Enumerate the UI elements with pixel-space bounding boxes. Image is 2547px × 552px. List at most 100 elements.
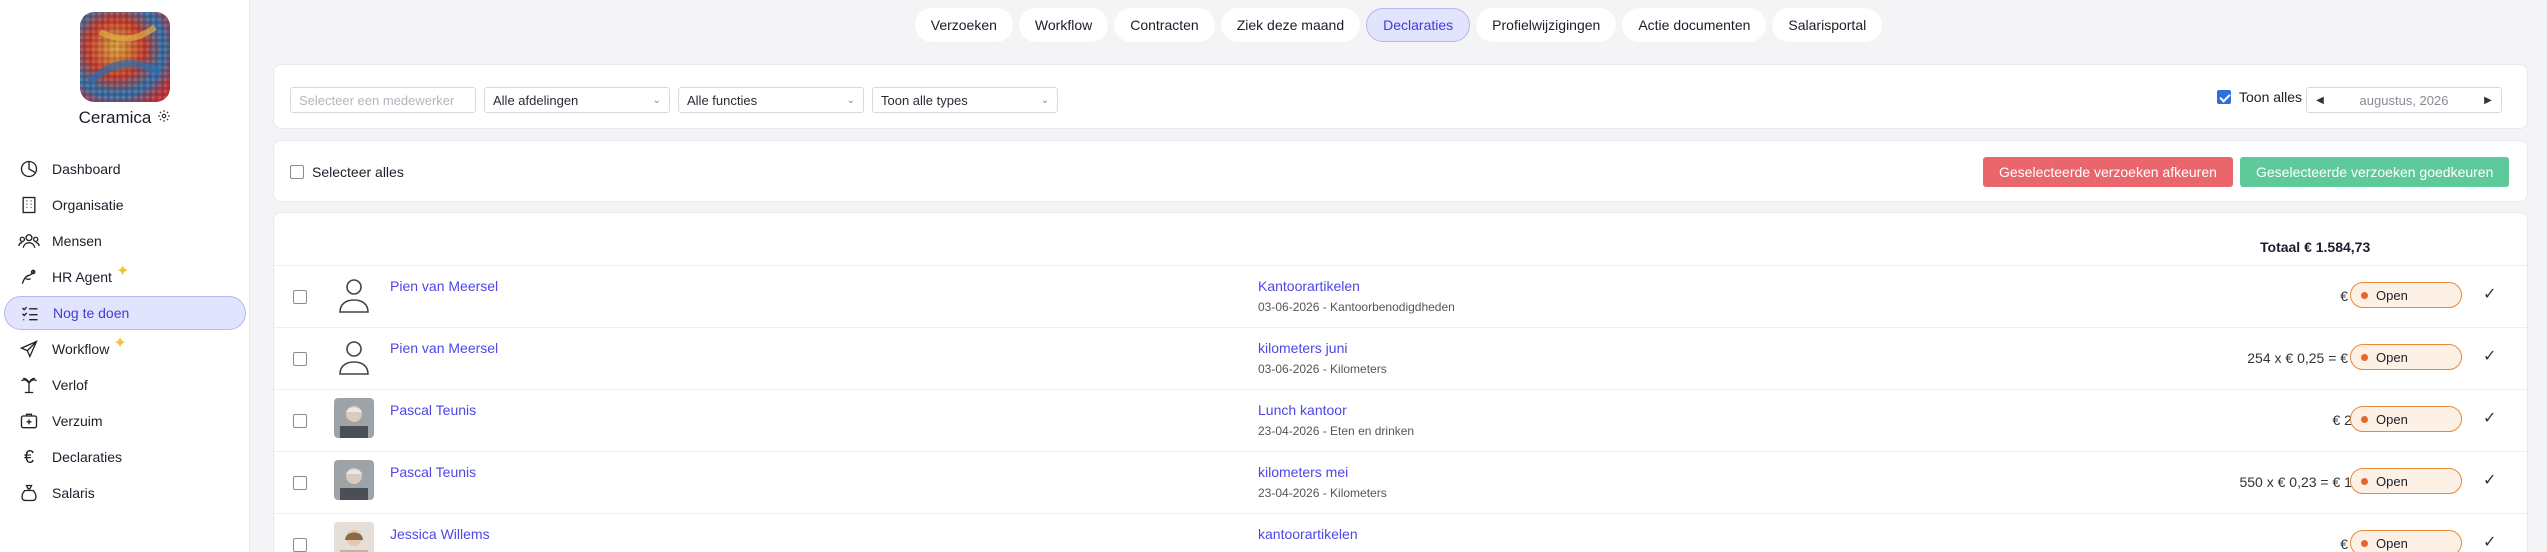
approve-selected-button[interactable]: Geselecteerde verzoeken goedkeuren [2240,157,2510,187]
employee-name[interactable]: Pascal Teunis [390,402,476,418]
filter-bar: Selecteer een medewerker Alle afdelingen… [273,64,2528,129]
table-row: Pascal Teunis kilometers mei 23-04-2026 … [274,451,2527,513]
sparkle-icon: ✦ [113,335,127,352]
row-checkbox[interactable] [293,290,307,304]
show-all-checkbox[interactable] [2217,90,2231,104]
approve-check-icon[interactable]: ✓ [2483,346,2496,366]
employee-name[interactable]: Pien van Meersel [390,340,498,356]
type-select[interactable]: Toon alle types ⌄ [872,87,1058,113]
sidebar-item-hr-agent[interactable]: HR Agent ✦ [4,260,246,294]
tab-salarisportal[interactable]: Salarisportal [1772,8,1883,42]
declaration-title[interactable]: Kantoorartikelen [1258,278,1360,294]
status-badge[interactable]: Open [2350,406,2462,432]
tab-verzoeken[interactable]: Verzoeken [914,8,1013,42]
sidebar-item-mensen[interactable]: Mensen [4,224,246,258]
bulk-action-bar: Selecteer alles Geselecteerde verzoeken … [273,140,2528,202]
table-row: Pien van Meersel kilometers juni 03-06-2… [274,327,2527,389]
sidebar-item-workflow[interactable]: Workflow ✦ [4,332,246,366]
sidebar-item-organisatie[interactable]: Organisatie [4,188,246,222]
employee-name[interactable]: Jessica Willems [390,526,490,542]
declaration-title[interactable]: kantoorartikelen [1258,526,1358,542]
table-row: Jessica Willems kantoorartikelen € 45,00… [274,513,2527,552]
avatar [334,460,374,500]
sidebar-item-label: HR Agent [52,269,112,285]
status-dot [2361,477,2368,485]
sidebar-item-nog-te-doen[interactable]: Nog te doen [4,296,246,330]
status-badge[interactable]: Open [2350,344,2462,370]
next-month-button[interactable]: ▶ [2475,88,2501,112]
sidebar-item-declaraties[interactable]: € Declaraties [4,440,246,474]
employee-name[interactable]: Pien van Meersel [390,278,498,294]
row-checkbox[interactable] [293,414,307,428]
show-all-toggle[interactable]: Toon alles [2217,89,2302,105]
tab-profielwijzigingen[interactable]: Profielwijzigingen [1476,8,1617,42]
status-dot [2361,415,2368,423]
status-dot [2361,353,2368,361]
month-navigator: ◀ augustus, 2026 ▶ [2306,87,2502,113]
tab-actie-documenten[interactable]: Actie documenten [1622,8,1767,42]
status-badge[interactable]: Open [2350,468,2462,494]
show-all-label: Toon alles [2239,89,2303,105]
avatar-placeholder-icon [334,336,374,376]
declaration-meta: 23-04-2026 - Kilometers [1258,486,1387,500]
gear-icon[interactable] [157,108,171,128]
function-select[interactable]: Alle functies ⌄ [678,87,864,113]
declaration-title[interactable]: Lunch kantoor [1258,402,1347,418]
status-label: Open [2376,287,2408,303]
tab-workflow[interactable]: Workflow [1018,8,1109,42]
month-label: augustus, 2026 [2359,92,2449,108]
avatar-placeholder-icon [334,274,374,314]
status-dot [2361,539,2368,547]
company-name: Ceramica [78,108,152,127]
reject-selected-button[interactable]: Geselecteerde verzoeken afkeuren [1983,157,2233,187]
employee-name[interactable]: Pascal Teunis [390,464,476,480]
status-label: Open [2376,473,2408,489]
sidebar-item-label: Dashboard [52,161,121,177]
function-select-value: Alle functies [687,92,758,108]
sidebar-item-verzuim[interactable]: Verzuim [4,404,246,438]
paper-plane-icon [18,338,40,360]
department-select[interactable]: Alle afdelingen ⌄ [484,87,670,113]
chevron-down-icon: ⌄ [652,94,661,106]
top-tabs: Verzoeken Workflow Contracten Ziek deze … [250,8,2547,42]
sidebar-item-label: Mensen [52,233,102,249]
total-amount: Totaal € 1.584,73 [2260,239,2371,255]
declaration-meta: 03-06-2026 - Kantoorbenodigdheden [1258,300,1455,314]
approve-check-icon[interactable]: ✓ [2483,532,2496,552]
status-badge[interactable]: Open [2350,530,2462,552]
status-dot [2361,291,2368,299]
employee-search-input[interactable]: Selecteer een medewerker [290,87,476,113]
select-all-checkbox[interactable] [290,165,304,179]
avatar [334,398,374,438]
declarations-list: Totaal € 1.584,73 Pien van Meersel Kanto… [273,212,2528,552]
sidebar-item-salaris[interactable]: Salaris [4,476,246,510]
previous-month-button[interactable]: ◀ [2307,88,2333,112]
tab-declaraties[interactable]: Declaraties [1366,8,1471,42]
sidebar-item-verlof[interactable]: Verlof [4,368,246,402]
tab-contracten[interactable]: Contracten [1114,8,1215,42]
row-checkbox[interactable] [293,476,307,490]
sidebar-item-label: Verzuim [52,413,103,429]
tab-ziek-deze-maand[interactable]: Ziek deze maand [1220,8,1361,42]
sidebar-item-dashboard[interactable]: Dashboard [4,152,246,186]
status-badge[interactable]: Open [2350,282,2462,308]
todo-list-icon [19,302,41,324]
department-select-value: Alle afdelingen [493,92,579,108]
select-all[interactable]: Selecteer alles [290,164,404,180]
agent-icon [18,266,40,288]
sidebar-item-label: Nog te doen [53,305,130,321]
approve-check-icon[interactable]: ✓ [2483,470,2496,490]
chevron-down-icon: ⌄ [1040,94,1049,106]
row-checkbox[interactable] [293,352,307,366]
approve-check-icon[interactable]: ✓ [2483,284,2496,304]
people-icon [18,230,40,252]
declaration-title[interactable]: kilometers juni [1258,340,1347,356]
status-label: Open [2376,349,2408,365]
declaration-title[interactable]: kilometers mei [1258,464,1348,480]
row-checkbox[interactable] [293,538,307,552]
status-label: Open [2376,411,2408,427]
table-row: Pien van Meersel Kantoorartikelen 03-06-… [274,265,2527,327]
company-logo[interactable] [80,12,170,102]
approve-check-icon[interactable]: ✓ [2483,408,2496,428]
select-all-label: Selecteer alles [312,164,404,180]
